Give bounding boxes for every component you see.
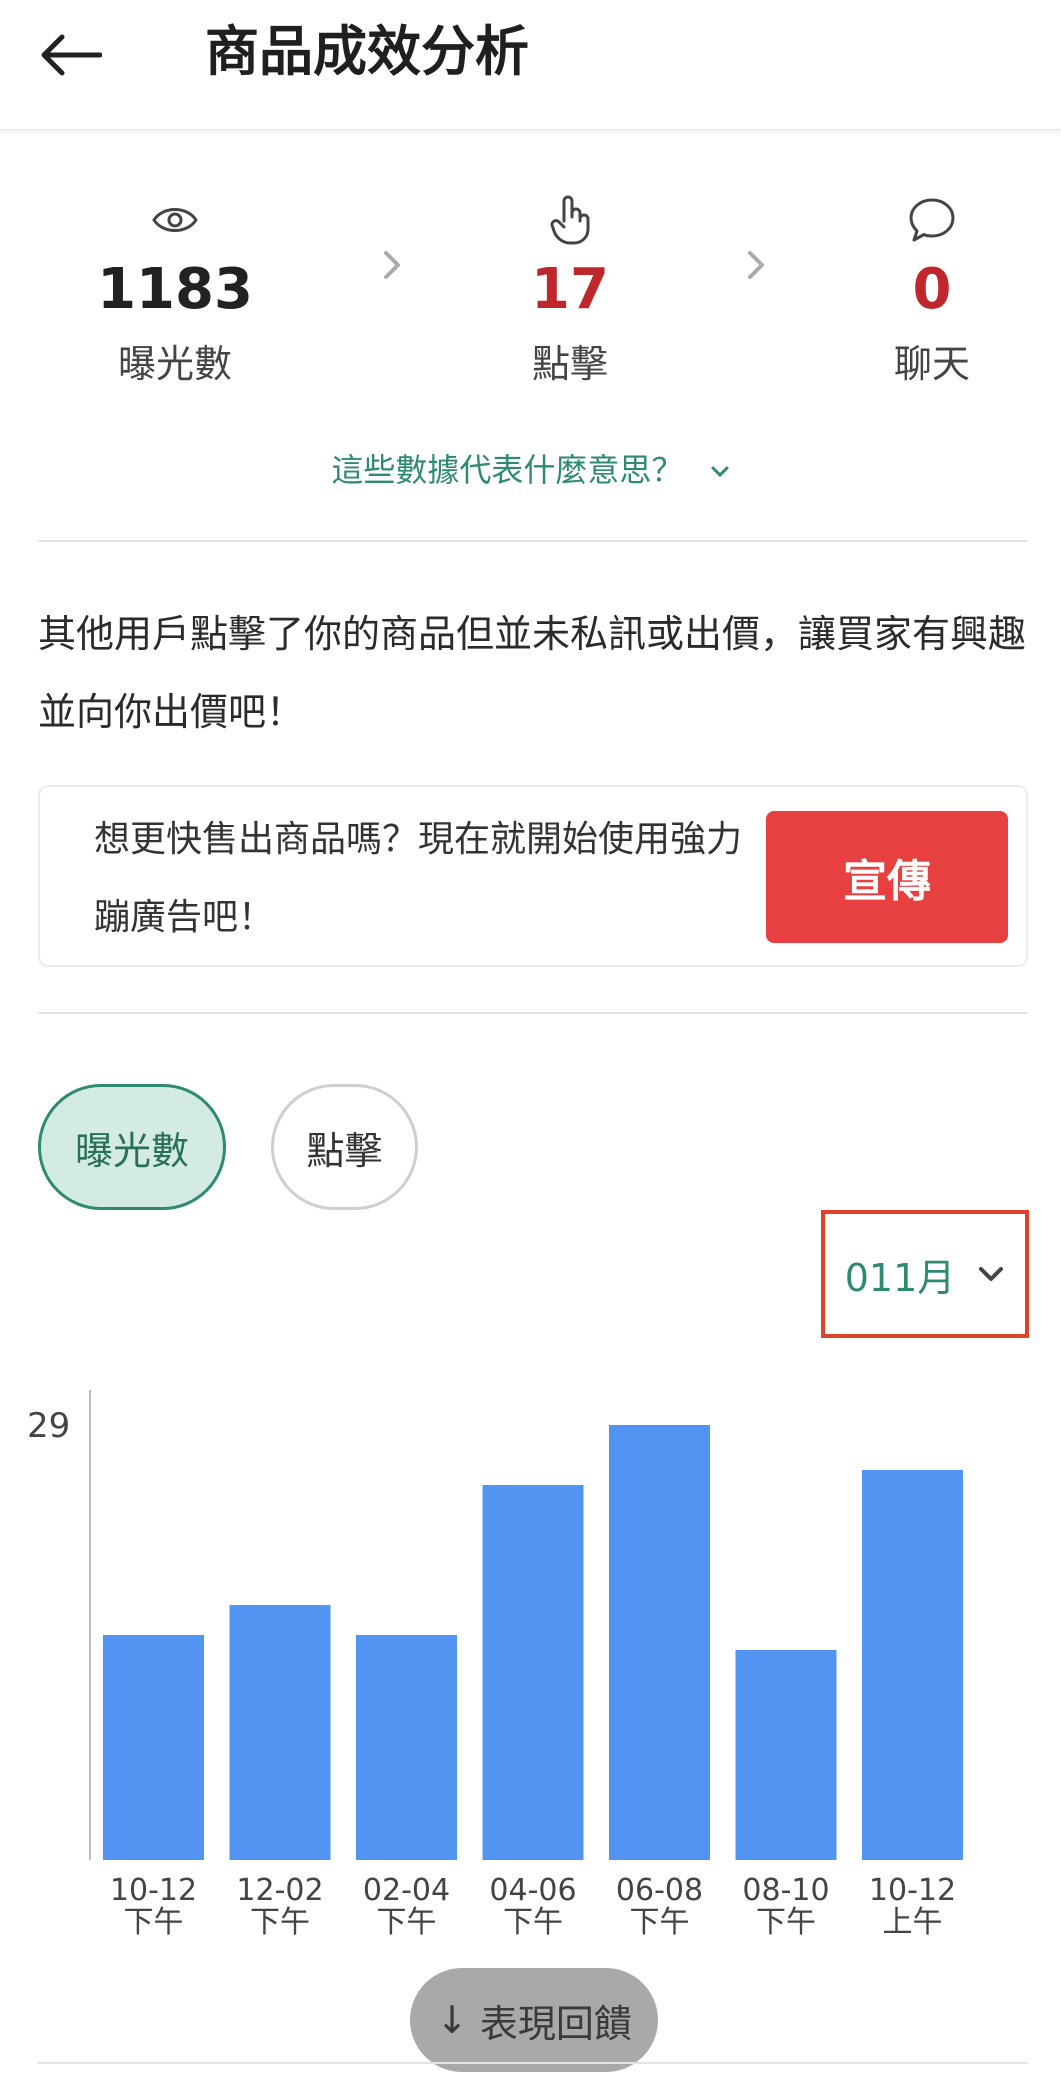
page-title: 商品成效分析 xyxy=(205,20,529,83)
eye-icon xyxy=(152,208,198,232)
x-tick-label: 下午 xyxy=(250,1905,310,1940)
promo-card: 想更快售出商品嗎？現在就開始使用強力蹦廣告吧！ 宣傳 xyxy=(38,785,1028,967)
chart-bar xyxy=(482,1485,584,1860)
x-tick-label: 12-02 xyxy=(236,1873,323,1908)
chart-bar xyxy=(103,1635,204,1860)
chart-bar xyxy=(356,1635,457,1860)
x-tick-label: 下午 xyxy=(503,1905,563,1940)
stat-clicks: 17 點擊 xyxy=(450,190,690,394)
divider xyxy=(38,540,1028,542)
chevron-down-icon xyxy=(711,466,729,478)
x-tick-label: 上午 xyxy=(883,1905,943,1940)
x-tick-label: 10-12 xyxy=(110,1873,197,1908)
arrow-down-icon: ↓ xyxy=(436,1998,468,2042)
divider xyxy=(38,2062,1028,2064)
feedback-button[interactable]: ↓ 表現回饋 xyxy=(410,1968,658,2072)
feedback-button-label: 表現回饋 xyxy=(479,2001,632,2046)
top-app-bar: 商品成效分析 xyxy=(0,0,1061,130)
stat-value: 0 xyxy=(912,257,952,322)
tab-clicks[interactable]: 點擊 xyxy=(271,1084,418,1210)
x-tick-label: 06-08 xyxy=(616,1873,703,1908)
tab-impressions[interactable]: 曝光數 xyxy=(38,1084,226,1210)
help-link[interactable]: 這些數據代表什麼意思？ xyxy=(0,445,1061,495)
chevron-down-icon xyxy=(979,1267,1004,1281)
x-tick-label: 08-10 xyxy=(742,1873,829,1908)
x-tick-label: 下午 xyxy=(756,1905,816,1940)
chat-bubble-icon xyxy=(909,198,955,242)
bar-chart-svg: 2910-12下午12-02下午02-04下午04-06下午06-08下午08-… xyxy=(27,1390,963,1940)
impressions-chart: 29 10-12 下午 12-02 下午 02-04 下午 04-06 下午 06-08 下午 08-… xyxy=(0,1360,1061,1960)
month-dropdown-value: 011月 xyxy=(844,1255,956,1300)
back-button[interactable] xyxy=(30,20,110,90)
promote-button[interactable]: 宣傳 xyxy=(766,811,1008,943)
chart-bar xyxy=(735,1650,837,1860)
x-tick-label: 下午 xyxy=(377,1905,437,1940)
stat-chats: 0 聊天 xyxy=(812,190,1052,394)
divider xyxy=(38,1012,1028,1014)
chevron-right-icon xyxy=(748,251,764,279)
x-tick-label: 02-04 xyxy=(363,1873,450,1908)
stat-value: 17 xyxy=(531,257,609,322)
arrow-left-icon xyxy=(41,34,102,76)
x-tick-label: 下午 xyxy=(630,1905,690,1940)
x-tick-label: 10-12 xyxy=(869,1873,956,1908)
x-tick-label: 下午 xyxy=(124,1905,184,1940)
chart-bar xyxy=(229,1605,331,1860)
stats-summary: 1183 曝光數 17 點擊 0 聊天 xyxy=(0,190,1061,410)
stat-label: 聊天 xyxy=(893,342,970,386)
hand-pointer-icon xyxy=(550,195,590,245)
y-tick-label: 29 xyxy=(27,1406,70,1446)
chevron-right-icon xyxy=(384,251,400,279)
chart-bar xyxy=(609,1425,710,1860)
stat-value: 1183 xyxy=(97,257,253,322)
month-dropdown[interactable]: 011月 xyxy=(821,1210,1029,1338)
chart-bar xyxy=(862,1470,963,1860)
stat-label: 曝光數 xyxy=(117,342,232,386)
x-tick-label: 04-06 xyxy=(489,1873,576,1908)
promo-text: 想更快售出商品嗎？現在就開始使用強力蹦廣告吧！ xyxy=(94,819,743,938)
stat-impressions: 1183 曝光數 xyxy=(55,190,295,394)
help-link-text: 這些數據代表什麼意思？ xyxy=(331,451,684,489)
description-text: 其他用戶點擊了你的商品但並未私訊或出價，讓買家有興趣並向你出價吧！ xyxy=(38,612,1027,734)
stat-label: 點擊 xyxy=(531,342,608,386)
